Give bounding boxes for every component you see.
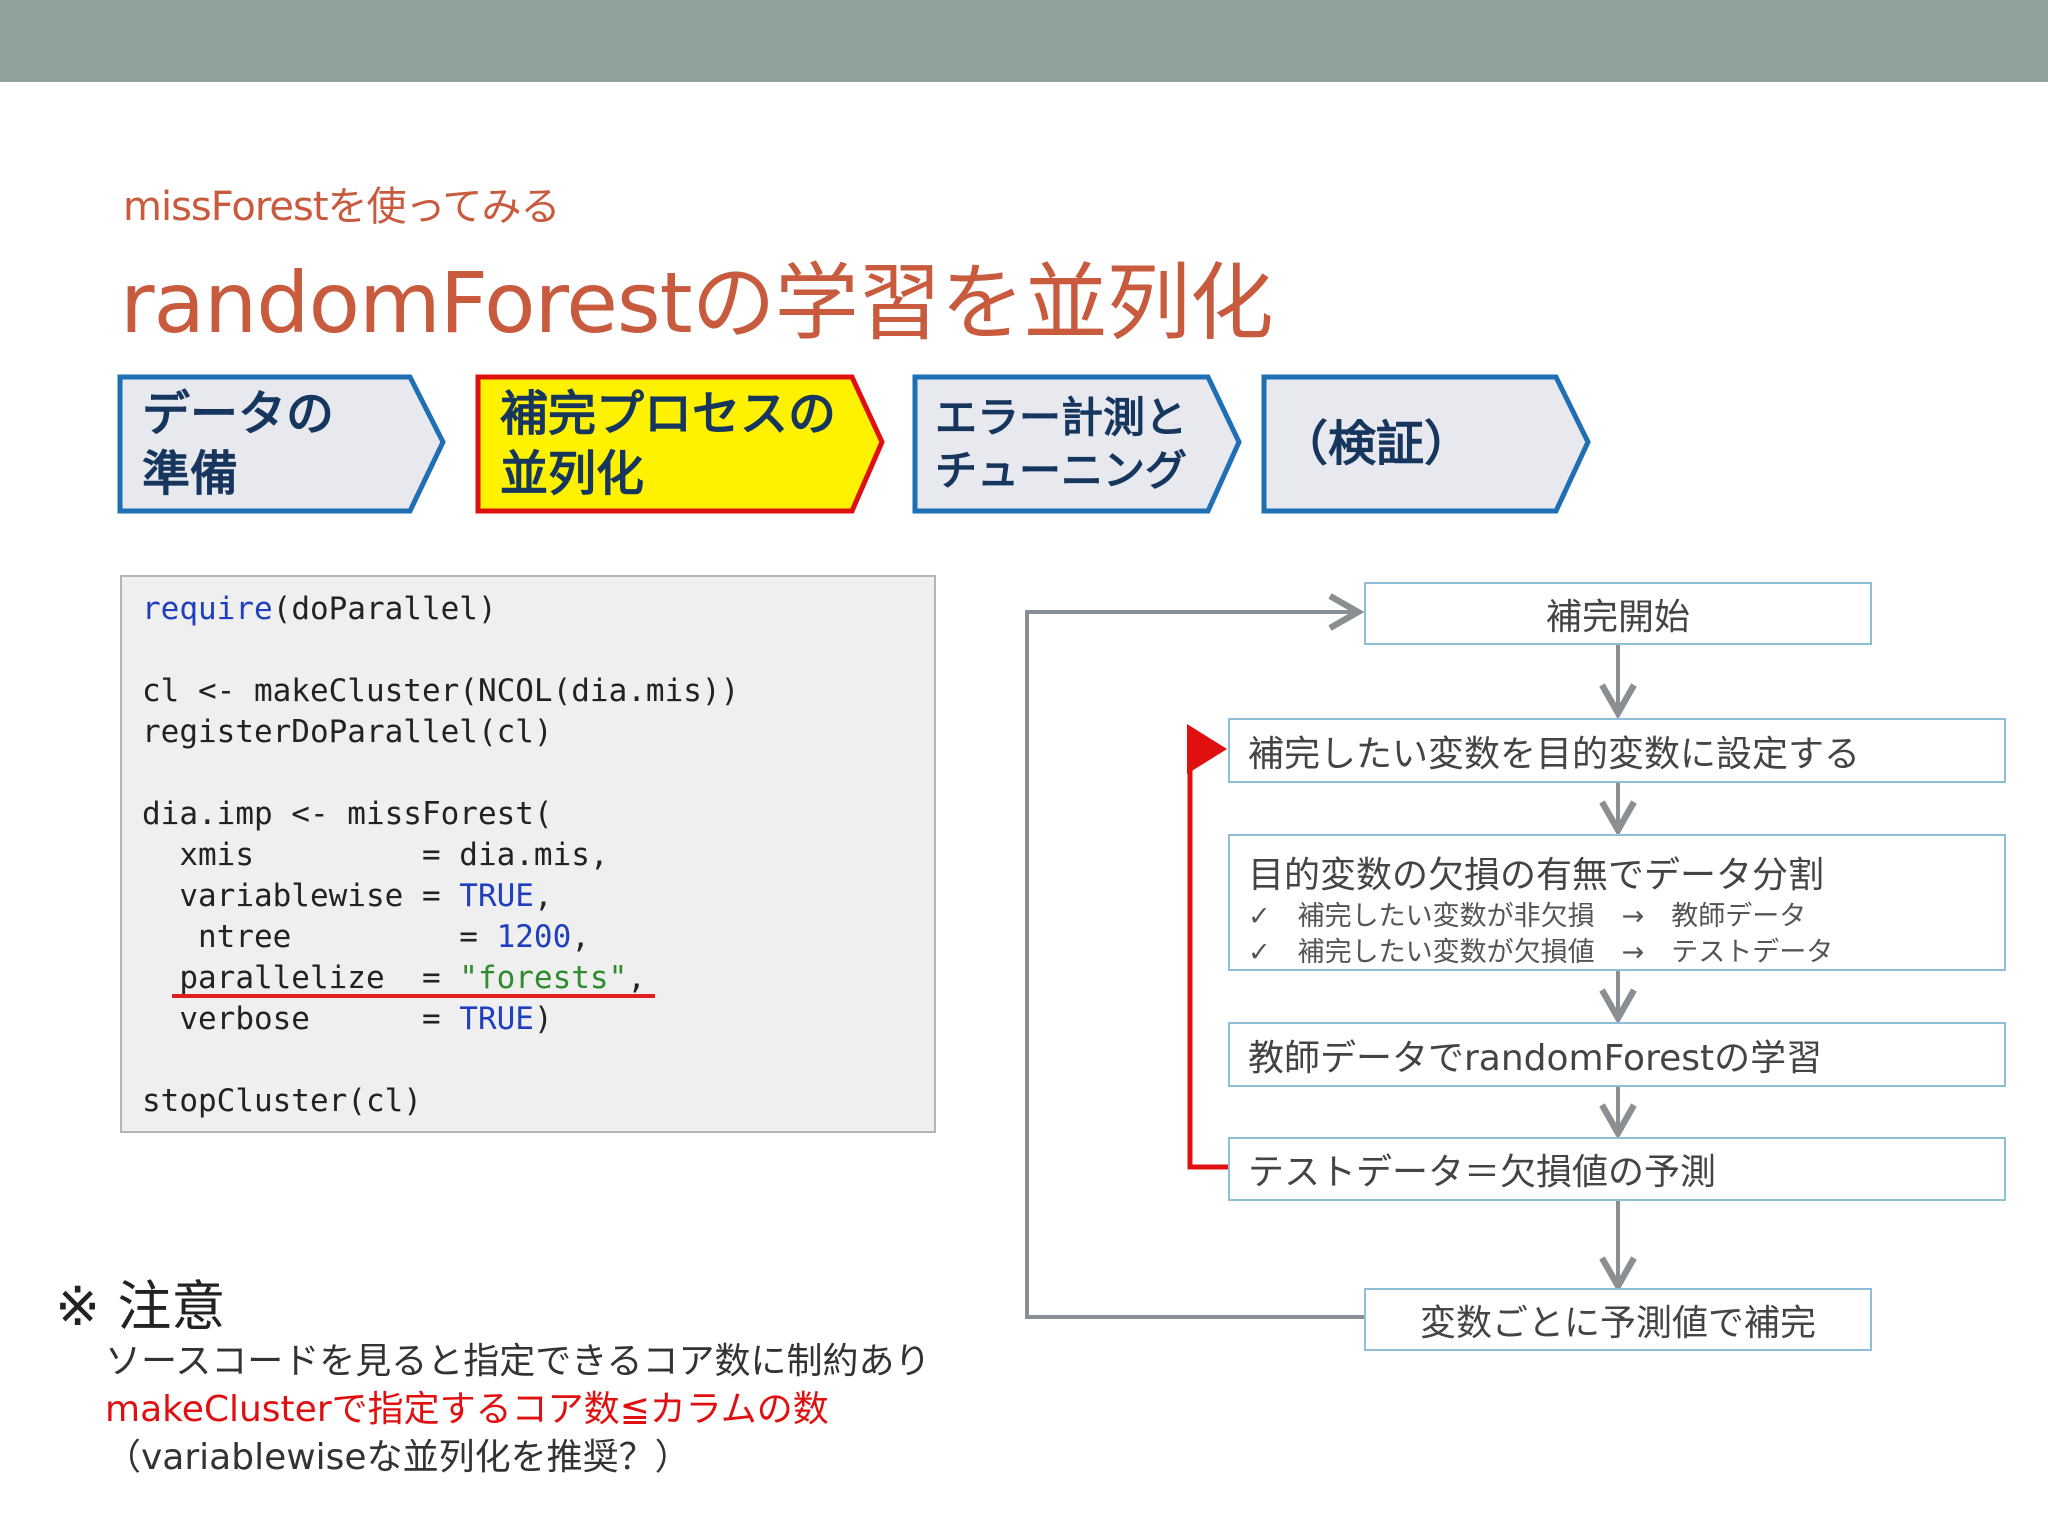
note-line-2: makeClusterで指定するコア数≦カラムの数 [105, 1389, 829, 1430]
code-line: stopCluster(cl) [142, 1083, 422, 1119]
code-block: require(doParallel) cl <- makeCluster(NC… [120, 575, 936, 1133]
code-line: registerDoParallel(cl) [142, 714, 553, 750]
code-punct: , [571, 919, 590, 955]
step-prep-line2: 準備 [142, 446, 239, 502]
note-title: ※ 注意 [55, 1275, 226, 1338]
code-line: ntree = [142, 919, 497, 955]
code-line: variablewise = [142, 878, 460, 914]
flow-set-target: 補完したい変数を目的変数に設定する [1228, 718, 2006, 783]
code-line: verbose = [142, 1001, 460, 1037]
flow-start: 補完開始 [1364, 582, 1872, 645]
code-punct: ) [533, 1001, 553, 1037]
code-line: dia.imp <- missForest( [142, 796, 553, 832]
code-text: require(doParallel) cl <- makeCluster(NC… [142, 589, 739, 1122]
flow-split: 目的変数の欠損の有無でデータ分割 ✓ 補完したい変数が非欠損 → 教師データ ✓… [1228, 834, 2006, 971]
step-prep-line1: データの [142, 386, 335, 442]
inner-loop-arrow [1187, 724, 1228, 1170]
step-verify: （検証） [1280, 414, 1472, 474]
code-value: 1200 [496, 919, 572, 955]
code-punct: , [533, 878, 553, 914]
step-error: エラー計測と チューニング [935, 392, 1187, 497]
code-value: TRUE [459, 1001, 534, 1037]
note-line-1: ソースコードを見ると指定できるコア数に制約あり [105, 1341, 931, 1382]
step-verify-line1: （検証） [1280, 416, 1473, 472]
code-line: xmis = dia.mis, [142, 837, 609, 873]
flow-predict: テストデータ＝欠損値の予測 [1228, 1137, 2006, 1201]
code-string: "forests" [459, 960, 628, 996]
step-error-line2: チューニング [935, 445, 1188, 495]
code-punct: , [627, 960, 646, 996]
code-value: TRUE [459, 878, 534, 914]
highlight-underline [172, 994, 655, 998]
step-parallel-line1: 補完プロセスの [500, 386, 837, 442]
step-parallel-line2: 並列化 [500, 446, 645, 502]
note-line-3: （variablewiseな並列化を推奨？） [105, 1437, 691, 1478]
flow-split-title: 目的変数の欠損の有無でデータ分割 [1248, 855, 1825, 896]
code-keyword: require [142, 591, 273, 627]
flow-train: 教師データでrandomForestの学習 [1228, 1022, 2006, 1087]
flow-split-item2: ✓ 補完したい変数が欠損値 → テストデータ [1248, 937, 1834, 968]
code-line: cl <- makeCluster(NCOL(dia.mis)) [142, 673, 740, 709]
step-error-line1: エラー計測と [935, 393, 1188, 442]
flow-split-item1: ✓ 補完したい変数が非欠損 → 教師データ [1248, 901, 1807, 932]
flow-impute: 変数ごとに予測値で補完 [1364, 1288, 1872, 1351]
code-line: (doParallel) [272, 591, 497, 627]
step-parallel: 補完プロセスの 並列化 [500, 384, 836, 504]
code-line: parallelize = [142, 960, 460, 996]
step-prep: データの 準備 [142, 384, 334, 504]
